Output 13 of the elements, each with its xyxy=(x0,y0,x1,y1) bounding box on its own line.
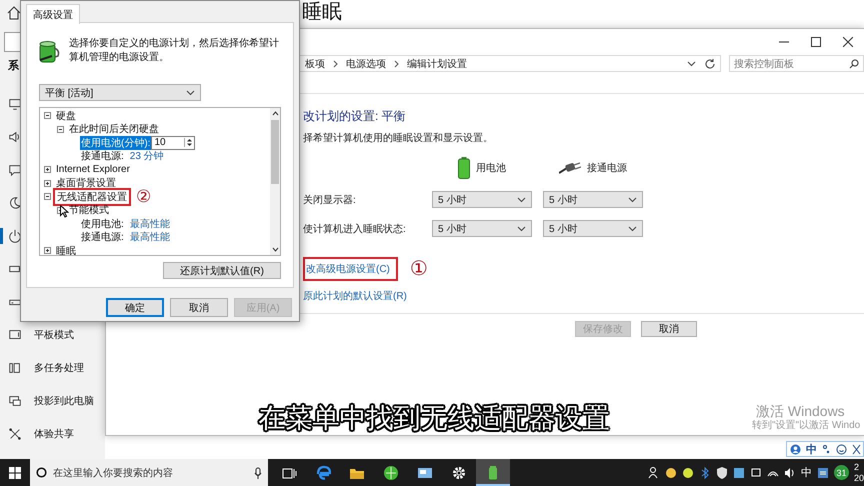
section-heading: 系 xyxy=(8,58,19,74)
video-caption: 在菜单中找到无线适配器设置 xyxy=(258,402,610,435)
page-description: 择希望计算机使用的睡眠设置和显示设置。 xyxy=(303,132,493,145)
step-number: ① xyxy=(410,259,428,279)
activation-hint: 转到"设置"以激活 Windo xyxy=(752,420,862,432)
activation-title: 激活 Windows xyxy=(756,403,846,420)
page-title: 睡眠 xyxy=(302,0,342,24)
step-number: ② xyxy=(136,189,152,204)
setting-label: 使计算机进入睡眠状态: xyxy=(303,222,406,236)
column-header: 用电池 xyxy=(476,162,506,175)
column-header: 接通电源 xyxy=(587,162,627,175)
page-heading: 改计划的设置: 平衡 xyxy=(303,108,406,125)
setting-label: 关闭显示器: xyxy=(303,194,356,206)
